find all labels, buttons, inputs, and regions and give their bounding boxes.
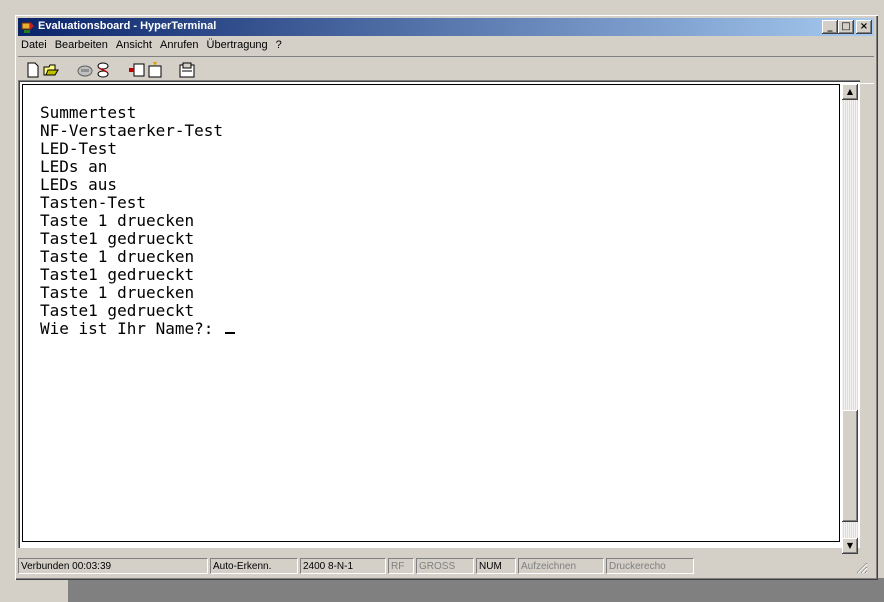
status-connection: Verbunden 00:03:39 (18, 558, 208, 574)
scroll-down-button[interactable]: ▼ (842, 538, 858, 554)
send-icon[interactable] (128, 61, 146, 79)
status-rf: RF (388, 558, 414, 574)
maximize-icon: □ (841, 21, 851, 32)
open-icon[interactable] (42, 61, 60, 79)
status-print-echo: Druckerecho (606, 558, 694, 574)
status-bar: Verbunden 00:03:39 Auto-Erkenn. 2400 8-N… (18, 556, 874, 576)
menu-uebertragung[interactable]: Übertragung (204, 37, 273, 51)
title-bar[interactable]: Evaluationsboard - HyperTerminal _ □ × (18, 18, 874, 36)
vertical-scrollbar[interactable]: ▲ ▼ (842, 84, 858, 554)
terminal-line: LEDs an (40, 157, 108, 176)
status-settings: 2400 8-N-1 (300, 558, 386, 574)
menu-datei[interactable]: Datei (18, 37, 52, 51)
status-num: NUM (476, 558, 516, 574)
scroll-up-button[interactable]: ▲ (842, 84, 858, 100)
disconnect-icon[interactable] (94, 61, 112, 79)
terminal-line: Taste1 gedrueckt (40, 301, 195, 320)
close-button[interactable]: × (856, 20, 872, 34)
terminal-line: Taste 1 druecken (40, 211, 195, 230)
status-capture: Aufzeichnen (518, 558, 604, 574)
scroll-thumb[interactable] (842, 410, 858, 522)
menu-help[interactable]: ? (273, 37, 287, 51)
terminal-line: LED-Test (40, 139, 118, 158)
terminal-line: Tasten-Test (40, 193, 146, 212)
menu-bearbeiten[interactable]: Bearbeiten (52, 37, 113, 51)
menu-anrufen[interactable]: Anrufen (157, 37, 204, 51)
terminal-line: Summertest (40, 103, 137, 122)
desktop-bottom-area (68, 578, 884, 602)
call-icon[interactable] (76, 61, 94, 79)
new-icon[interactable] (24, 61, 42, 79)
menu-bar: Datei Bearbeiten Ansicht Anrufen Übertragung… (18, 37, 287, 55)
close-icon: × (859, 21, 869, 32)
receive-icon[interactable] (146, 61, 164, 79)
arrow-down-icon: ▼ (846, 541, 854, 550)
hyperterminal-icon (21, 22, 34, 33)
properties-icon[interactable] (178, 61, 196, 79)
minimize-icon: _ (827, 21, 833, 32)
status-caps: GROSS (416, 558, 474, 574)
text-cursor (225, 332, 236, 334)
arrow-up-icon: ▲ (846, 87, 854, 96)
status-detection: Auto-Erkenn. (210, 558, 298, 574)
window-title: Evaluationsboard - HyperTerminal (38, 20, 217, 32)
terminal-line: LEDs aus (40, 175, 118, 194)
terminal-line: Taste 1 druecken (40, 247, 195, 266)
terminal-line: NF-Verstaerker-Test (40, 121, 224, 140)
terminal-line: Taste1 gedrueckt (40, 229, 195, 248)
maximize-button[interactable]: □ (838, 20, 854, 34)
menu-ansicht[interactable]: Ansicht (113, 37, 157, 51)
minimize-button[interactable]: _ (822, 20, 838, 34)
resize-grip-icon[interactable] (856, 562, 868, 574)
terminal-line: Taste 1 druecken (40, 283, 195, 302)
terminal-line: Taste1 gedrueckt (40, 265, 195, 284)
terminal-output: Summertest NF-Verstaerker-Test LED-Test … (40, 103, 236, 338)
terminal-prompt: Wie ist Ihr Name?: (40, 319, 224, 338)
